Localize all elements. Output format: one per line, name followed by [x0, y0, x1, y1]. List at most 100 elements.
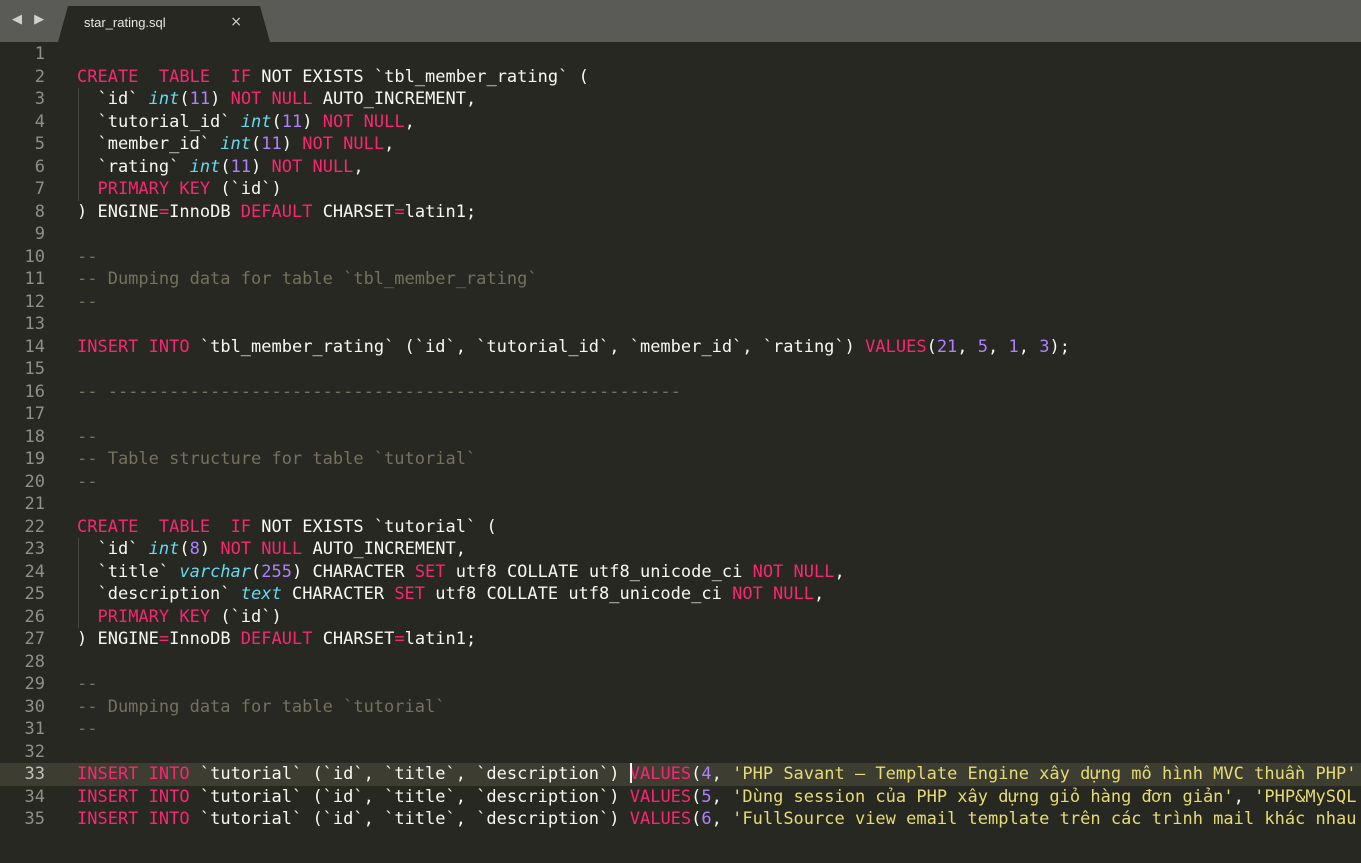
code-line[interactable]: 22 CREATE TABLE IF NOT EXISTS `tutorial` … [0, 516, 1361, 539]
code-token: ) [302, 111, 323, 132]
code-token: -- [77, 719, 98, 739]
code-line[interactable]: 26 PRIMARY KEY (`id`) [0, 606, 1361, 629]
code-line[interactable]: 32 [0, 741, 1361, 764]
code-text: -- Dumping data for table `tutorial` [77, 696, 445, 719]
code-line[interactable]: 25 `description` text CHARACTER SET utf8… [0, 583, 1361, 606]
line-number: 22 [24, 516, 45, 537]
code-line[interactable]: 1 [0, 43, 1361, 66]
code-text: `id` int(8) NOT NULL AUTO_INCREMENT, [77, 538, 466, 561]
code-token: `tutorial` (`id`, `title`, `description`… [189, 809, 630, 829]
code-line[interactable]: 34 INSERT INTO `tutorial` (`id`, `title`,… [0, 786, 1361, 809]
line-number: 12 [24, 291, 45, 312]
code-line[interactable]: 27) ENGINE=InnoDB DEFAULT CHARSET=latin1… [0, 628, 1361, 651]
code-token: AUTO_INCREMENT, [302, 539, 467, 559]
code-line[interactable]: 30 -- Dumping data for table `tutorial` [0, 696, 1361, 719]
close-icon[interactable]: × [230, 14, 242, 30]
code-text: INSERT INTO `tutorial` (`id`, `title`, `… [77, 808, 1356, 831]
tab-bar: ◀ ▶ star_rating.sql × [0, 0, 1361, 42]
code-line[interactable]: 33 INSERT INTO `tutorial` (`id`, `title`,… [0, 763, 1361, 786]
code-token: ( [691, 786, 702, 807]
code-line[interactable]: 21 [0, 493, 1361, 516]
code-token: 'Dùng session của PHP xây dựng giỏ hàng … [732, 786, 1234, 807]
code-line[interactable]: 15 [0, 358, 1361, 381]
line-number: 5 [34, 134, 45, 154]
code-line[interactable]: 12 -- [0, 291, 1361, 314]
code-line[interactable]: 24 `title` varchar(255) CHARACTER SET ut… [0, 561, 1361, 584]
code-token: (`id`) [210, 179, 282, 199]
code-line[interactable]: 20 -- [0, 471, 1361, 494]
code-line[interactable]: 7 PRIMARY KEY (`id`) [0, 178, 1361, 201]
code-token: NOT NULL [271, 156, 354, 177]
code-line[interactable]: 10 -- [0, 246, 1361, 269]
line-number: 13 [24, 314, 45, 334]
code-text: `title` varchar(255) CHARACTER SET utf8 … [77, 561, 845, 584]
code-token: 21 [936, 336, 958, 357]
code-text: INSERT INTO `tutorial` (`id`, `title`, `… [77, 763, 1356, 786]
code-token: , [834, 561, 845, 582]
code-line[interactable]: 31 -- [0, 718, 1361, 741]
code-token: , [711, 764, 733, 784]
code-line[interactable]: 35 INSERT INTO `tutorial` (`id`, `title`,… [0, 808, 1361, 831]
code-token: NOT NULL [752, 561, 835, 582]
code-line[interactable]: 23 `id` int(8) NOT NULL AUTO_INCREMENT, [0, 538, 1361, 561]
code-line[interactable]: 13 [0, 313, 1361, 336]
code-line[interactable]: 11 -- Dumping data for table `tbl_member_… [0, 268, 1361, 291]
code-token: ( [179, 89, 190, 109]
code-line[interactable]: 5 `member_id` int(11) NOT NULL, [0, 133, 1361, 156]
line-number: 35 [24, 809, 45, 829]
code-line[interactable]: 4 `tutorial_id` int(11) NOT NULL, [0, 111, 1361, 134]
code-token: -- [77, 246, 98, 267]
code-line[interactable]: 17 [0, 403, 1361, 426]
code-line[interactable]: 14 INSERT INTO `tbl_member_rating` (`id`,… [0, 336, 1361, 359]
code-text: `id` int(11) NOT NULL AUTO_INCREMENT, [77, 88, 476, 111]
code-editor[interactable]: 1 2 CREATE TABLE IF NOT EXISTS `tbl_member… [0, 42, 1361, 863]
line-number: 23 [24, 539, 45, 559]
line-number: 34 [24, 786, 45, 807]
code-token: 6 [701, 809, 712, 829]
code-token: -- [77, 291, 98, 312]
code-line[interactable]: 18 -- [0, 426, 1361, 449]
code-token: DEFAULT [240, 201, 313, 222]
code-token: int [220, 134, 252, 154]
code-token: 'PHP Savant – Template Engine xây dựng m… [732, 764, 1357, 784]
code-token: `tutorial_id` [77, 111, 241, 132]
code-token: 8 [189, 539, 200, 559]
code-line[interactable]: 3 `id` int(11) NOT NULL AUTO_INCREMENT, [0, 88, 1361, 111]
code-line[interactable]: 8) ENGINE=InnoDB DEFAULT CHARSET=latin1; [0, 201, 1361, 224]
tab-star-rating-sql[interactable]: star_rating.sql × [58, 6, 270, 42]
code-token: , [711, 786, 733, 807]
code-token: `id` [77, 89, 149, 109]
code-line[interactable]: 9 [0, 223, 1361, 246]
code-token: = [394, 629, 405, 649]
code-token: ( [691, 809, 702, 829]
code-token: ) [199, 539, 221, 559]
code-token: CREATE [77, 516, 139, 537]
code-token: NOT EXISTS `tutorial` ( [251, 516, 497, 537]
tab-nav-arrows-icon[interactable]: ◀ ▶ [12, 12, 48, 27]
code-token: , [353, 156, 364, 177]
code-token: ) ENGINE [77, 629, 159, 649]
code-token: `tbl_member_rating` (`id`, `tutorial_id`… [189, 336, 866, 357]
line-number: 31 [24, 719, 45, 739]
code-token: InnoDB [169, 629, 241, 649]
code-token: int [189, 156, 221, 177]
code-line[interactable]: 2 CREATE TABLE IF NOT EXISTS `tbl_member_… [0, 66, 1361, 89]
code-line[interactable]: 6 `rating` int(11) NOT NULL, [0, 156, 1361, 179]
line-number: 29 [24, 674, 45, 694]
code-token: 5 [977, 336, 989, 357]
code-line[interactable]: 16 -- -----------------------------------… [0, 381, 1361, 404]
code-token: = [158, 201, 170, 222]
line-number: 18 [24, 426, 45, 447]
code-text: PRIMARY KEY (`id`) [77, 606, 281, 629]
code-text: -- [77, 291, 97, 314]
code-line[interactable]: 29 -- [0, 673, 1361, 696]
code-text: ) ENGINE=InnoDB DEFAULT CHARSET=latin1; [77, 201, 476, 224]
code-token: `member_id` [77, 134, 221, 154]
code-line[interactable]: 28 [0, 651, 1361, 674]
code-token: NOT NULL [322, 111, 405, 132]
code-line[interactable]: 19 -- Table structure for table `tutorial… [0, 448, 1361, 471]
code-token: 11 [261, 134, 282, 154]
code-token: DEFAULT [240, 629, 313, 649]
code-token: = [394, 201, 405, 222]
